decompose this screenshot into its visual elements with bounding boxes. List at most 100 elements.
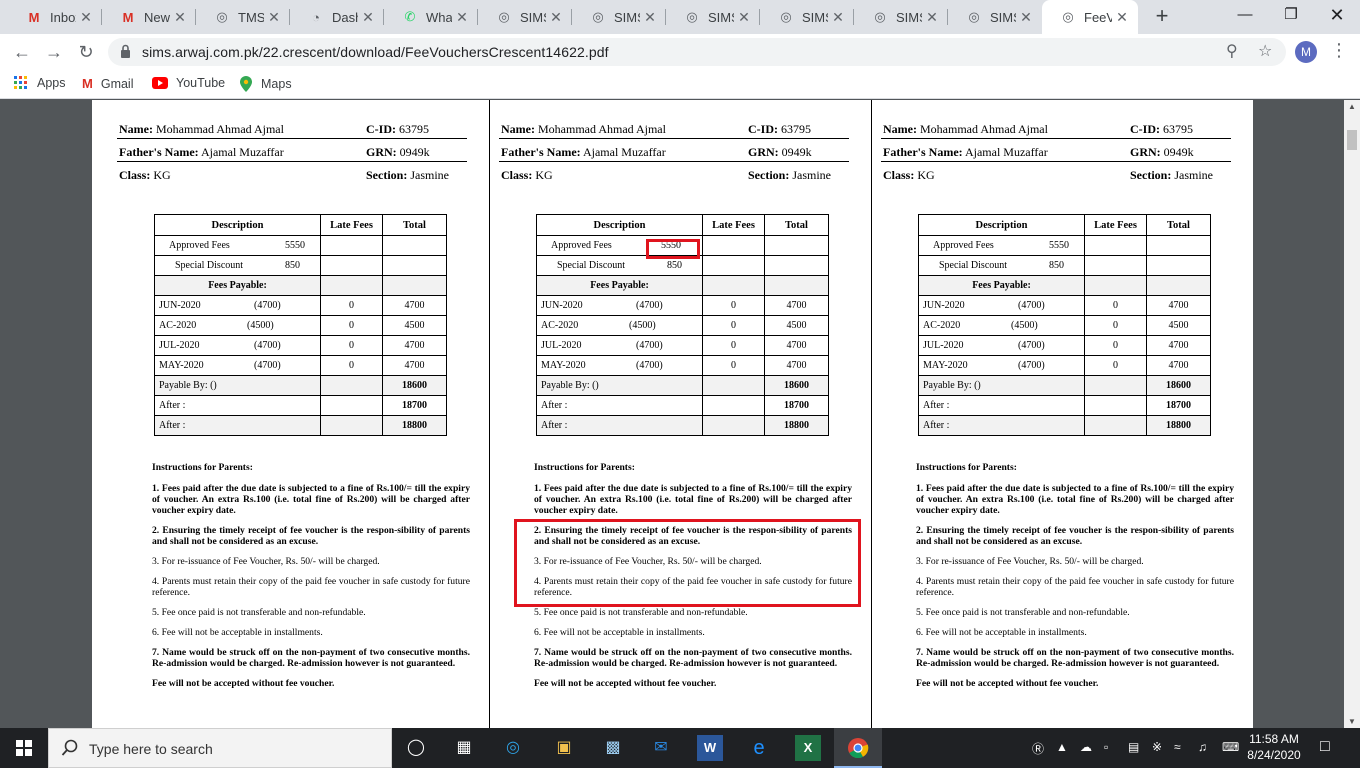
bookmark-label: YouTube — [176, 76, 226, 90]
back-button[interactable]: ← — [10, 40, 34, 64]
table-row: Special Discount 850 — [154, 255, 447, 276]
tab-close-icon[interactable]: ✕ — [922, 9, 942, 26]
tab-10[interactable]: ◎ SIMS✕ — [854, 0, 948, 34]
excel-icon[interactable]: X — [795, 735, 821, 761]
restore-button[interactable]: ❐ — [1268, 0, 1314, 30]
bookmark-label: Gmail — [100, 76, 134, 91]
tab-2[interactable]: M New M✕ — [102, 0, 196, 34]
tab-1[interactable]: M Inbox✕ — [8, 0, 102, 34]
close-window-button[interactable]: ✕ — [1314, 0, 1360, 30]
battery-icon[interactable]: ▤ — [1128, 740, 1139, 754]
tab-close-icon[interactable]: ✕ — [1016, 9, 1036, 26]
scroll-down-arrow-icon[interactable]: ▼ — [1348, 717, 1356, 726]
skype-icon[interactable]: Ⓡ — [1032, 740, 1044, 757]
system-clock[interactable]: 11:58 AM 8/24/2020 — [1244, 731, 1304, 763]
table-row: Payable By: () 18600 — [918, 375, 1211, 396]
store-icon[interactable]: ▩ — [600, 735, 626, 761]
file-explorer-icon[interactable]: ▣ — [551, 735, 577, 761]
windows-start-icon[interactable] — [0, 728, 48, 768]
bookmark-maps[interactable]: Maps — [240, 76, 292, 92]
tab-5[interactable]: ✆ What✕ — [384, 0, 478, 34]
tab-11[interactable]: ◎ SIMS✕ — [948, 0, 1042, 34]
tab-6[interactable]: ◎ SIMS✕ — [478, 0, 572, 34]
tab-12[interactable]: ◎ FeeVo✕ — [1042, 0, 1138, 34]
wifi-icon[interactable]: ≈ — [1174, 740, 1181, 754]
info-left: Class: KG — [501, 168, 553, 183]
month-cell: MAY-2020 (4700) — [154, 355, 321, 376]
minimize-button[interactable]: — — [1222, 0, 1268, 30]
table-cell — [702, 415, 765, 436]
table-row: Payable By: () 18600 — [154, 375, 447, 396]
notifications-app-icon[interactable]: ▫ — [1104, 740, 1108, 754]
field-label: Class: — [119, 168, 151, 182]
dashboard-icon: ◔ — [312, 9, 320, 25]
lock-icon[interactable] — [120, 44, 131, 59]
globe-icon: ◎ — [216, 9, 228, 24]
browser-menu-icon[interactable]: ⋮ — [1330, 40, 1348, 61]
field-label: Father's Name: — [119, 145, 199, 159]
network-status-icon[interactable]: ▲ — [1056, 740, 1068, 754]
tab-close-icon[interactable]: ✕ — [358, 9, 378, 26]
taskbar-search-box[interactable]: Type here to search — [48, 728, 392, 768]
vertical-scrollbar[interactable]: ▲ ▼ — [1344, 100, 1360, 728]
field-value: 63795 — [781, 122, 811, 136]
bookmark-star-icon[interactable]: ☆ — [1258, 41, 1272, 61]
table-cell — [1084, 235, 1147, 256]
scrollbar-thumb[interactable] — [1347, 130, 1357, 150]
chrome-taskbar-button[interactable] — [834, 728, 882, 768]
col-header: Total — [764, 214, 829, 236]
bookmark-label: Apps — [37, 76, 66, 90]
edge-browser-icon[interactable]: ◎ — [500, 735, 526, 761]
total-cell: 4500 — [1146, 315, 1211, 336]
bluetooth-icon[interactable]: ※ — [1152, 740, 1162, 754]
voucher-info-row: Class: KG Section: Jasmine — [496, 164, 846, 186]
tab-3[interactable]: ◎ TMS ✕ — [196, 0, 290, 34]
bookmark-apps[interactable]: Apps — [14, 76, 66, 90]
month-label: MAY-2020 — [923, 360, 968, 371]
zoom-icon[interactable]: ⚲ — [1226, 41, 1238, 61]
pdf-viewer[interactable]: Name: Mohammad Ahmad Ajmal C-ID: 63795 F… — [0, 100, 1344, 728]
tab-4[interactable]: ◔ Dashb✕ — [290, 0, 384, 34]
table-row: After : 18700 — [536, 395, 829, 416]
late-fee-cell: 0 — [702, 315, 765, 336]
word-icon[interactable]: W — [697, 735, 723, 761]
cortana-icon[interactable]: ◯ — [403, 735, 429, 761]
internet-explorer-icon[interactable]: e — [746, 735, 772, 761]
onedrive-icon[interactable]: ☁ — [1080, 740, 1092, 754]
table-row: JUL-2020 (4700) 0 4700 — [154, 335, 447, 356]
scroll-up-arrow-icon[interactable]: ▲ — [1348, 102, 1356, 111]
col-header: Late Fees — [320, 214, 383, 236]
forward-button[interactable]: → — [42, 40, 66, 64]
tab-close-icon[interactable]: ✕ — [546, 9, 566, 26]
task-view-icon[interactable]: ▦ — [451, 735, 477, 761]
tab-close-icon[interactable]: ✕ — [828, 9, 848, 26]
tab-8[interactable]: ◎ SIMS✕ — [666, 0, 760, 34]
tab-close-icon[interactable]: ✕ — [734, 9, 754, 26]
tab-close-icon[interactable]: ✕ — [170, 9, 190, 26]
bookmark-gmail[interactable]: M Gmail — [82, 76, 134, 91]
new-tab-button[interactable]: + — [1150, 5, 1174, 29]
month-amount: (4700) — [254, 340, 281, 351]
tab-close-icon[interactable]: ✕ — [640, 9, 660, 26]
tab-close-icon[interactable]: ✕ — [452, 9, 472, 26]
col-header: Total — [1146, 214, 1211, 236]
tab-close-icon[interactable]: ✕ — [264, 9, 284, 26]
table-cell — [764, 275, 829, 296]
payable-total: 18600 — [1146, 375, 1211, 396]
bookmark-youtube[interactable]: YouTube — [152, 76, 225, 90]
tab-9[interactable]: ◎ SIMS✕ — [760, 0, 854, 34]
late-fee-cell: 0 — [320, 335, 383, 356]
mail-icon[interactable]: ✉ — [648, 735, 674, 761]
address-bar[interactable]: sims.arwaj.com.pk/22.crescent/download/F… — [108, 38, 1286, 66]
language-icon[interactable]: ⌨ — [1222, 740, 1239, 754]
reload-button[interactable]: ↻ — [74, 40, 98, 64]
table-cell — [1146, 275, 1211, 296]
action-center-icon[interactable]: □ — [1320, 738, 1330, 756]
tab-7[interactable]: ◎ SIMS✕ — [572, 0, 666, 34]
profile-avatar[interactable]: M — [1295, 41, 1317, 63]
tab-close-icon[interactable]: ✕ — [1112, 9, 1132, 26]
tab-close-icon[interactable]: ✕ — [76, 9, 96, 26]
volume-icon[interactable]: ♫ — [1198, 740, 1207, 754]
table-row: Fees Payable: — [536, 275, 829, 296]
url-text[interactable]: sims.arwaj.com.pk/22.crescent/download/F… — [142, 44, 609, 60]
